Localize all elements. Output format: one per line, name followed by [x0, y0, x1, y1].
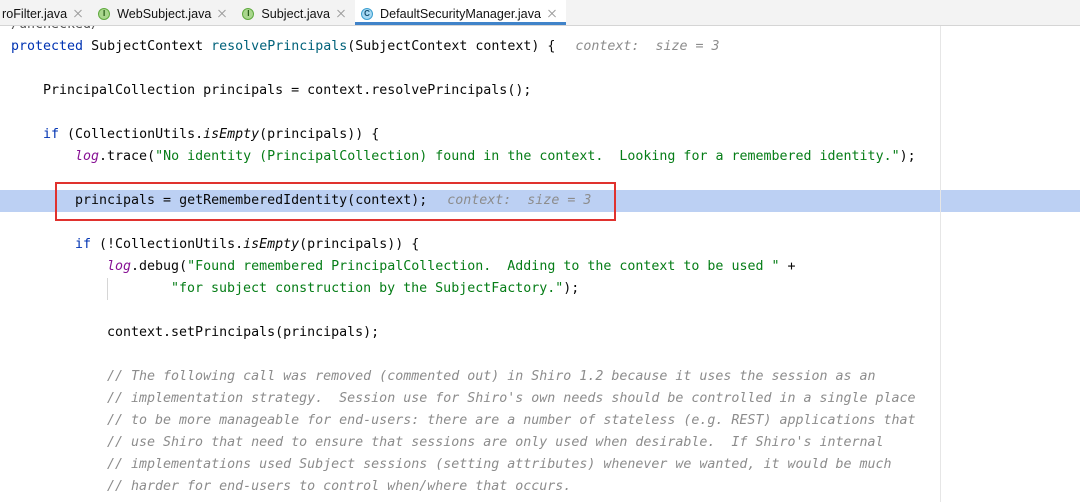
string-literal: "for subject construction by the Subject…: [171, 281, 564, 296]
class-icon-letter: C: [364, 8, 370, 18]
code-line[interactable]: if (!CollectionUtils. isEmpty (principal…: [0, 234, 1080, 256]
code-line[interactable]: context.setPrincipals(principals);: [0, 322, 1080, 344]
blank-line[interactable]: [0, 344, 1080, 366]
comment-line[interactable]: // to be more manageable for end-users: …: [0, 410, 1080, 432]
tab-websubject-java[interactable]: I WebSubject.java: [92, 0, 236, 25]
keyword-token: if: [75, 237, 92, 252]
method-name-token: resolvePrincipals: [211, 39, 348, 54]
code-line[interactable]: log .trace( "No identity (PrincipalColle…: [0, 146, 1080, 168]
code-editor[interactable]: /unchecked/ protected SubjectContext res…: [0, 14, 1080, 498]
code-token: (!CollectionUtils.: [91, 237, 244, 252]
static-field-token: log: [107, 259, 132, 274]
parameter-list-token: (SubjectContext context) {: [347, 39, 556, 54]
code-token: .trace(: [99, 149, 156, 164]
comment-line[interactable]: // implementation strategy. Session use …: [0, 388, 1080, 410]
indent-guide: [107, 278, 108, 300]
comment-text: // use Shiro that need to ensure that se…: [107, 435, 884, 450]
comment-text: // The following call was removed (comme…: [107, 369, 876, 384]
code-line[interactable]: if (CollectionUtils. isEmpty (principals…: [0, 124, 1080, 146]
comment-text: // to be more manageable for end-users: …: [107, 413, 916, 428]
close-icon[interactable]: [218, 10, 226, 18]
blank-line[interactable]: [0, 102, 1080, 124]
interface-icon-letter: I: [247, 8, 250, 18]
code-token: (principals)) {: [299, 237, 420, 252]
tab-label: WebSubject.java: [117, 6, 212, 21]
string-literal: "Found remembered PrincipalCollection. A…: [187, 259, 780, 274]
code-token: PrincipalCollection principals = context…: [43, 83, 532, 98]
tab-label: roFilter.java: [2, 6, 68, 21]
static-field-token: log: [75, 149, 100, 164]
interface-icon: I: [242, 7, 255, 20]
interface-icon-letter: I: [102, 8, 106, 18]
editor-tab-bar: roFilter.java I WebSubject.java I Subjec…: [0, 0, 1080, 26]
return-type-token: SubjectContext: [83, 39, 212, 54]
tab-label: DefaultSecurityManager.java: [379, 6, 541, 21]
code-token: principals = getRememberedIdentity(conte…: [75, 193, 428, 208]
static-method-token: isEmpty: [203, 127, 260, 142]
code-token: context.setPrincipals(principals);: [107, 325, 380, 340]
static-method-token: isEmpty: [243, 237, 300, 252]
keyword-token: protected: [11, 39, 84, 54]
code-token: +: [779, 259, 796, 274]
tab-defaultsecuritymanager-java[interactable]: C DefaultSecurityManager.java: [354, 0, 567, 25]
code-line[interactable]: "for subject construction by the Subject…: [0, 278, 1080, 300]
execution-point-line[interactable]: principals = getRememberedIdentity(conte…: [0, 190, 1080, 212]
blank-line[interactable]: [0, 58, 1080, 80]
code-token: (CollectionUtils.: [59, 127, 204, 142]
blank-line[interactable]: [0, 168, 1080, 190]
method-signature-line[interactable]: protected SubjectContext resolvePrincipa…: [0, 36, 1080, 58]
comment-line[interactable]: // implementations used Subject sessions…: [0, 454, 1080, 476]
debug-inline-hint: context: size = 3: [447, 193, 592, 208]
comment-line[interactable]: // The following call was removed (comme…: [0, 366, 1080, 388]
comment-text: // implementations used Subject sessions…: [107, 457, 892, 472]
code-line[interactable]: log .debug( "Found remembered PrincipalC…: [0, 256, 1080, 278]
code-token: );: [899, 149, 916, 164]
debug-inline-hint: context: size = 3: [575, 39, 720, 54]
tab-label: Subject.java: [261, 6, 330, 21]
comment-text: // harder for end-users to control when/…: [107, 479, 572, 494]
blank-line[interactable]: [0, 300, 1080, 322]
class-icon: C: [360, 7, 373, 20]
string-literal: "No identity (PrincipalCollection) found…: [155, 149, 900, 164]
blank-line[interactable]: [0, 212, 1080, 234]
comment-line[interactable]: // harder for end-users to control when/…: [0, 476, 1080, 498]
keyword-token: if: [43, 127, 60, 142]
code-token: );: [563, 281, 580, 296]
close-icon[interactable]: [337, 10, 345, 18]
tab-subject-java[interactable]: I Subject.java: [236, 0, 355, 25]
comment-text: // implementation strategy. Session use …: [107, 391, 916, 406]
code-token: (principals)) {: [259, 127, 380, 142]
code-line[interactable]: PrincipalCollection principals = context…: [0, 80, 1080, 102]
tab-rofilter-java[interactable]: roFilter.java: [0, 0, 92, 25]
close-icon[interactable]: [548, 10, 556, 18]
right-margin-guide: [940, 26, 941, 502]
interface-icon: I: [98, 7, 111, 20]
comment-line[interactable]: // use Shiro that need to ensure that se…: [0, 432, 1080, 454]
close-icon[interactable]: [74, 10, 82, 18]
code-token: .debug(: [131, 259, 188, 274]
